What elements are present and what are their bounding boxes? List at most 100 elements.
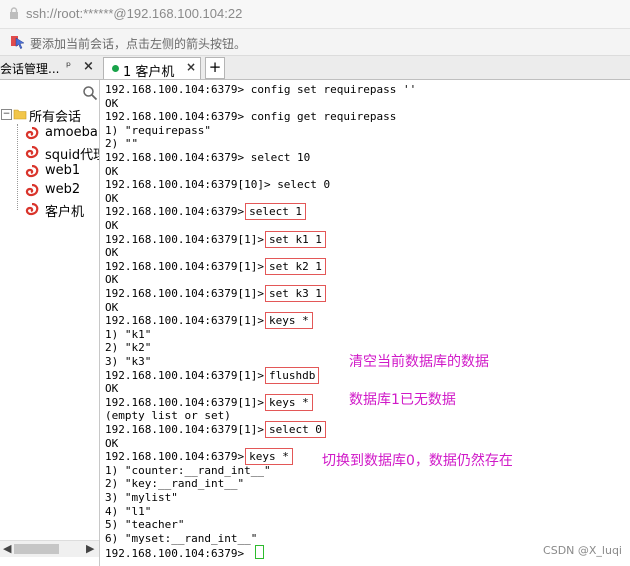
terminal-command: select 10: [250, 151, 311, 164]
highlighted-command: set k2 1: [264, 257, 326, 275]
session-label: amoeba: [45, 125, 98, 140]
terminal-output-line: 1) "k1": [105, 327, 152, 341]
session-label: web1: [45, 163, 81, 178]
collapse-icon[interactable]: −: [1, 109, 12, 120]
terminal-prompt: 192.168.100.104:6379>: [105, 547, 251, 561]
terminal-output-line: OK: [105, 96, 119, 110]
terminal-output-line: (empty list or set): [105, 409, 231, 423]
terminal-prompt: 192.168.100.104:6379[1]>: [105, 232, 264, 246]
terminal-output-line: 5) "teacher": [105, 518, 185, 532]
highlighted-command: set k1 1: [264, 230, 326, 248]
session-label: web2: [45, 182, 81, 197]
terminal-prompt: 192.168.100.104:6379[10]>: [105, 178, 278, 192]
search-icon[interactable]: [82, 85, 98, 101]
tab-client[interactable]: 1 客户机 ×: [103, 57, 201, 80]
terminal-prompt: 192.168.100.104:6379>: [105, 205, 245, 219]
terminal-command-line: 192.168.100.104:6379[10]> select 0: [105, 178, 330, 192]
terminal-output-line: OK: [105, 191, 119, 205]
terminal-prompt: 192.168.100.104:6379>: [105, 83, 251, 96]
highlighted-command: keys *: [264, 312, 313, 330]
tab-status-dot: [112, 65, 119, 72]
terminal-command-line: 192.168.100.104:6379[1]> set k1 1: [105, 230, 326, 248]
terminal-command-line: 192.168.100.104:6379[1]> keys *: [105, 312, 313, 330]
terminal-output-line: OK: [105, 436, 119, 450]
terminal-prompt: 192.168.100.104:6379[1]>: [105, 314, 264, 328]
session-icon: [25, 165, 39, 178]
session-panel-title: 会话管理...: [0, 62, 60, 76]
terminal-prompt: 192.168.100.104:6379[1]>: [105, 368, 264, 382]
session-icon: [25, 127, 39, 140]
terminal-command-line: 192.168.100.104:6379[1]> select 0: [105, 421, 326, 438]
session-label: squid代理: [45, 148, 99, 163]
session-icon: [25, 184, 39, 197]
terminal-cursor: [254, 545, 264, 560]
terminal-command-line: 192.168.100.104:6379> keys *: [105, 448, 293, 466]
terminal-prompt: 192.168.100.104:6379[1]>: [105, 259, 264, 273]
scroll-right-icon[interactable]: ▶: [86, 542, 94, 555]
terminal-command: config get requirepass: [250, 110, 397, 124]
add-session-arrow-icon[interactable]: [10, 34, 26, 50]
terminal-output-line: 2) "": [105, 137, 139, 151]
terminal-output-line: 1) "requirepass": [105, 123, 211, 137]
terminal-prompt: 192.168.100.104:6379[1]>: [105, 287, 264, 300]
terminal-prompt: 192.168.100.104:6379>: [105, 110, 251, 124]
terminal-output-line: 2) "key:__rand_int__": [105, 477, 245, 491]
highlighted-command: select 0: [264, 421, 326, 438]
terminal-prompt: 192.168.100.104:6379>: [105, 450, 245, 464]
terminal-output-line: 2) "k2": [105, 341, 152, 355]
session-icon: [25, 146, 39, 159]
tab-label: 1 客户机: [123, 65, 175, 80]
terminal-output-line: OK: [105, 219, 119, 232]
scrollbar-thumb[interactable]: [14, 544, 59, 554]
annotation-db1-empty: 数据库1已无数据: [349, 392, 456, 408]
annotation-db0-persists: 切换到数据库0，数据仍然存在: [322, 453, 513, 469]
folder-icon: [13, 109, 27, 120]
terminal-output-line: OK: [105, 164, 119, 178]
terminal-command-line: 192.168.100.104:6379[1]> flushdb: [105, 366, 320, 384]
close-icon[interactable]: ×: [83, 59, 94, 74]
terminal-output-line: 3) "mylist": [105, 491, 178, 504]
pin-icon[interactable]: ᵖ: [66, 59, 71, 73]
add-tab-button[interactable]: +: [205, 57, 225, 79]
session-label: 客户机: [45, 205, 85, 220]
terminal-command-line: 192.168.100.104:6379> select 10: [105, 151, 310, 165]
highlighted-command: select 1: [245, 203, 307, 221]
lock-icon: [10, 7, 18, 19]
terminal[interactable]: 192.168.100.104:6379> 6) "myset:__rand_i…: [100, 80, 630, 566]
tab-row: 会话管理... ᵖ × 1 客户机 × +: [0, 56, 630, 80]
session-tree-pane: − 所有会话 amoeba squid代理 web1 web2 客户机 ◀ ▶: [0, 80, 100, 566]
window-title: ssh://root:******@192.168.100.104:22: [26, 6, 243, 21]
watermark: CSDN @X_luqi: [543, 544, 622, 557]
terminal-output-line: 4) "l1": [105, 504, 152, 518]
terminal-command-line: 192.168.100.104:6379[1]> set k2 1: [105, 257, 326, 275]
horizontal-scrollbar[interactable]: ◀ ▶: [0, 540, 99, 557]
window-title-bar: ssh://root:******@192.168.100.104:22: [0, 0, 630, 29]
terminal-output-line: OK: [105, 300, 119, 314]
terminal-output-line: 6) "myset:__rand_int__": [105, 531, 258, 545]
terminal-command-line: 192.168.100.104:6379> config get require…: [105, 110, 396, 124]
terminal-command: select 0: [277, 178, 331, 192]
highlighted-command: set k3 1: [264, 285, 326, 302]
session-icon: [25, 203, 39, 216]
tree-guide-line: [17, 124, 18, 210]
terminal-prompt: 192.168.100.104:6379[1]>: [105, 395, 264, 409]
terminal-output-line: OK: [105, 273, 119, 287]
tree-root-label: 所有会话: [29, 110, 82, 125]
terminal-command-line: 192.168.100.104:6379> select 1: [105, 203, 307, 221]
terminal-prompt: 192.168.100.104:6379[1]>: [105, 423, 264, 436]
tab-close-icon[interactable]: ×: [186, 60, 196, 74]
hint-bar: 要添加当前会话，点击左侧的箭头按钮。: [0, 29, 630, 56]
highlighted-command: keys *: [245, 448, 293, 466]
terminal-command: config set requirepass '': [250, 83, 417, 96]
annotation-flushdb: 清空当前数据库的数据: [349, 354, 489, 370]
terminal-output-line: OK: [105, 382, 119, 396]
terminal-command-line: 192.168.100.104:6379[1]> set k3 1: [105, 285, 326, 302]
terminal-output-line: 3) "k3": [105, 355, 152, 368]
terminal-output-line: OK: [105, 246, 119, 260]
scroll-left-icon[interactable]: ◀: [3, 542, 11, 555]
terminal-command-line: 192.168.100.104:6379>: [105, 545, 264, 561]
highlighted-command: flushdb: [264, 366, 320, 384]
terminal-output-line: 1) "counter:__rand_int__": [105, 463, 271, 477]
terminal-prompt: 192.168.100.104:6379>: [105, 151, 251, 164]
highlighted-command: keys *: [264, 393, 313, 411]
